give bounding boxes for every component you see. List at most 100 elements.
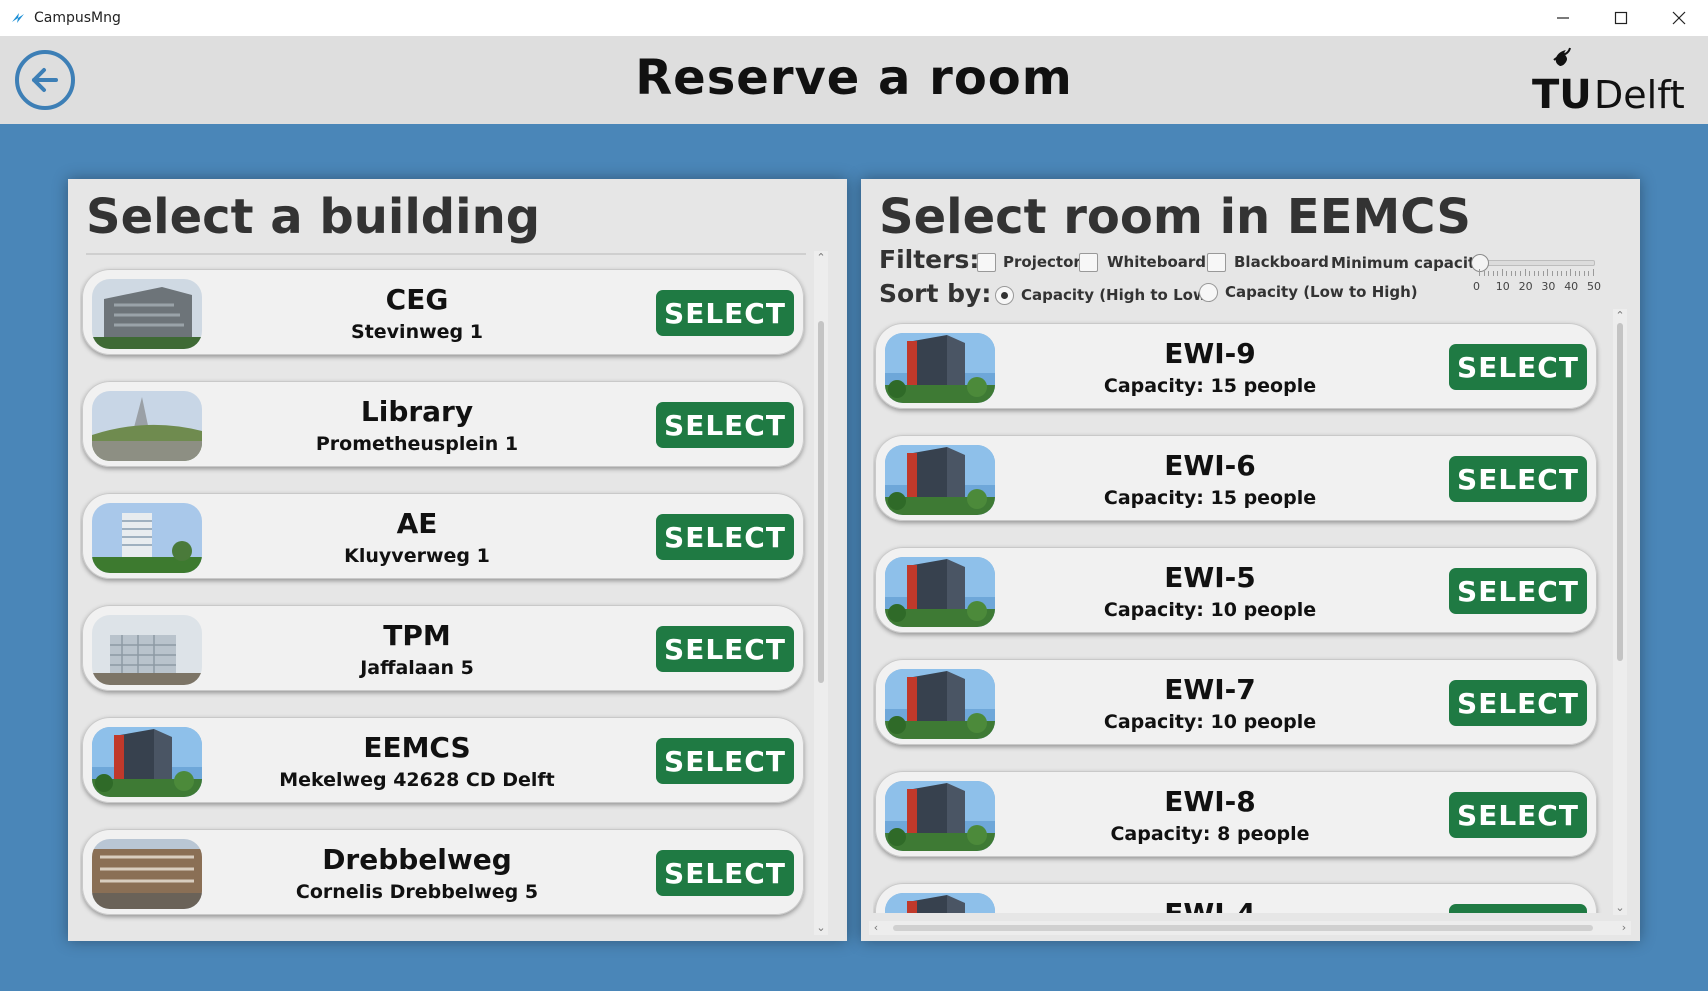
room-card[interactable]: EWI-9 Capacity: 15 people SELECT <box>875 323 1597 409</box>
room-card[interactable]: EWI-4 SELECT <box>875 883 1597 913</box>
select-button[interactable]: SELECT <box>1449 456 1587 502</box>
minimize-button[interactable] <box>1534 0 1592 36</box>
whiteboard-checkbox[interactable] <box>1079 253 1098 272</box>
scrollbar-thumb[interactable] <box>818 321 824 683</box>
scroll-down-icon[interactable]: ⌄ <box>1613 901 1627 915</box>
slider-tick <box>1579 271 1581 276</box>
slider-tick <box>1533 271 1535 276</box>
slider-tick-label: 0 <box>1473 280 1480 293</box>
room-name: EWI-8 <box>1164 785 1256 818</box>
slider-tick-label: 10 <box>1495 280 1510 293</box>
slider-tick <box>1524 269 1526 276</box>
close-icon <box>1672 11 1686 25</box>
room-photo <box>885 445 995 515</box>
select-button[interactable]: SELECT <box>656 514 794 560</box>
building-address: Kluyverweg 1 <box>344 545 490 567</box>
page-header: Reserve a room TU Delft <box>0 36 1708 124</box>
slider-tick <box>1538 271 1540 276</box>
building-card[interactable]: AE Kluyverweg 1 SELECT <box>82 493 804 579</box>
slider-tick <box>1547 269 1549 276</box>
building-card[interactable]: EEMCS Mekelweg 42628 CD Delft SELECT <box>82 717 804 803</box>
projector-checkbox[interactable] <box>977 253 996 272</box>
hscrollbar-thumb[interactable] <box>893 925 1593 931</box>
slider-tick <box>1488 271 1490 276</box>
building-name: CEG <box>385 283 449 316</box>
blackboard-label: Blackboard <box>1234 253 1329 271</box>
building-photo <box>92 503 202 573</box>
slider-tick <box>1529 271 1531 276</box>
room-card[interactable]: EWI-7 Capacity: 10 people SELECT <box>875 659 1597 745</box>
scroll-left-icon[interactable]: ‹ <box>869 921 883 935</box>
select-button[interactable]: SELECT <box>1449 680 1587 726</box>
select-button[interactable]: SELECT <box>656 626 794 672</box>
building-photo <box>92 391 202 461</box>
room-capacity: Capacity: 15 people <box>1103 375 1317 397</box>
scroll-up-icon[interactable]: ⌃ <box>814 251 828 265</box>
building-card[interactable]: CEG Stevinweg 1 SELECT <box>82 269 804 355</box>
svg-text:TU: TU <box>1532 72 1592 116</box>
slider-tick <box>1574 271 1576 276</box>
slider-tick <box>1570 269 1572 276</box>
select-button[interactable]: SELECT <box>656 738 794 784</box>
room-photo <box>885 893 995 913</box>
scrollbar-thumb[interactable] <box>1617 323 1623 661</box>
select-button[interactable]: SELECT <box>1449 344 1587 390</box>
select-button[interactable]: SELECT <box>1449 792 1587 838</box>
building-list-scrollbar[interactable]: ⌃ ⌄ <box>814 251 828 935</box>
building-list[interactable]: CEG Stevinweg 1 SELECT Library Prometheusple… <box>80 263 810 931</box>
sort-low-high-radio[interactable] <box>1199 283 1218 302</box>
room-photo <box>885 557 995 627</box>
slider-tick-label: 20 <box>1518 280 1533 293</box>
building-card[interactable]: TPM Jaffalaan 5 SELECT <box>82 605 804 691</box>
room-list-scrollbar[interactable]: ⌃ ⌄ <box>1613 309 1627 915</box>
slider-tick <box>1565 271 1567 276</box>
close-button[interactable] <box>1650 0 1708 36</box>
maximize-icon <box>1614 11 1628 25</box>
min-capacity-label: Minimum capacity <box>1331 254 1485 272</box>
room-name: EWI-7 <box>1164 673 1256 706</box>
slider-tick <box>1497 271 1499 276</box>
select-button[interactable]: SELECT <box>656 290 794 336</box>
scroll-up-icon[interactable]: ⌃ <box>1613 309 1627 323</box>
window-titlebar: CampusMng <box>0 0 1708 36</box>
whiteboard-label: Whiteboard <box>1107 253 1207 271</box>
building-photo <box>92 615 202 685</box>
sort-label: Sort by: <box>879 279 992 308</box>
room-list[interactable]: EWI-9 Capacity: 15 people SELECT EWI-6 Capac… <box>873 319 1603 913</box>
building-card[interactable]: Library Prometheusplein 1 SELECT <box>82 381 804 467</box>
room-name: EWI-5 <box>1164 561 1256 594</box>
select-button[interactable]: SELECT <box>1449 568 1587 614</box>
filters-label: Filters: <box>879 245 980 274</box>
building-card[interactable]: Drebbelweg Cornelis Drebbelweg 5 SELECT <box>82 829 804 915</box>
scroll-down-icon[interactable]: ⌄ <box>814 921 828 935</box>
slider-handle[interactable] <box>1471 254 1489 272</box>
room-photo <box>885 781 995 851</box>
slider-tick <box>1593 269 1594 276</box>
svg-text:Delft: Delft <box>1594 73 1685 116</box>
select-button[interactable]: SELECT <box>1449 904 1587 913</box>
room-capacity: Capacity: 8 people <box>1110 823 1310 845</box>
room-list-hscrollbar[interactable]: ‹ › <box>869 921 1631 935</box>
slider-tick <box>1551 271 1553 276</box>
room-capacity: Capacity: 10 people <box>1103 711 1317 733</box>
slider-tick <box>1506 271 1508 276</box>
building-address: Prometheusplein 1 <box>315 433 519 455</box>
slider-tick <box>1479 269 1480 276</box>
room-capacity: Capacity: 15 people <box>1103 487 1317 509</box>
select-button[interactable]: SELECT <box>656 402 794 448</box>
tudelft-logo: TU Delft <box>1532 47 1685 116</box>
room-card[interactable]: EWI-6 Capacity: 15 people SELECT <box>875 435 1597 521</box>
page-title: Reserve a room <box>635 50 1073 106</box>
min-capacity-slider[interactable] <box>1477 260 1595 266</box>
building-panel-title: Select a building <box>86 189 541 245</box>
room-card[interactable]: EWI-8 Capacity: 8 people SELECT <box>875 771 1597 857</box>
scroll-right-icon[interactable]: › <box>1617 921 1631 935</box>
sort-high-low-radio[interactable] <box>995 286 1014 305</box>
maximize-button[interactable] <box>1592 0 1650 36</box>
room-name: EWI-9 <box>1164 337 1256 370</box>
blackboard-checkbox[interactable] <box>1207 253 1226 272</box>
slider-tick <box>1556 271 1558 276</box>
building-photo <box>92 279 202 349</box>
room-card[interactable]: EWI-5 Capacity: 10 people SELECT <box>875 547 1597 633</box>
select-button[interactable]: SELECT <box>656 850 794 896</box>
